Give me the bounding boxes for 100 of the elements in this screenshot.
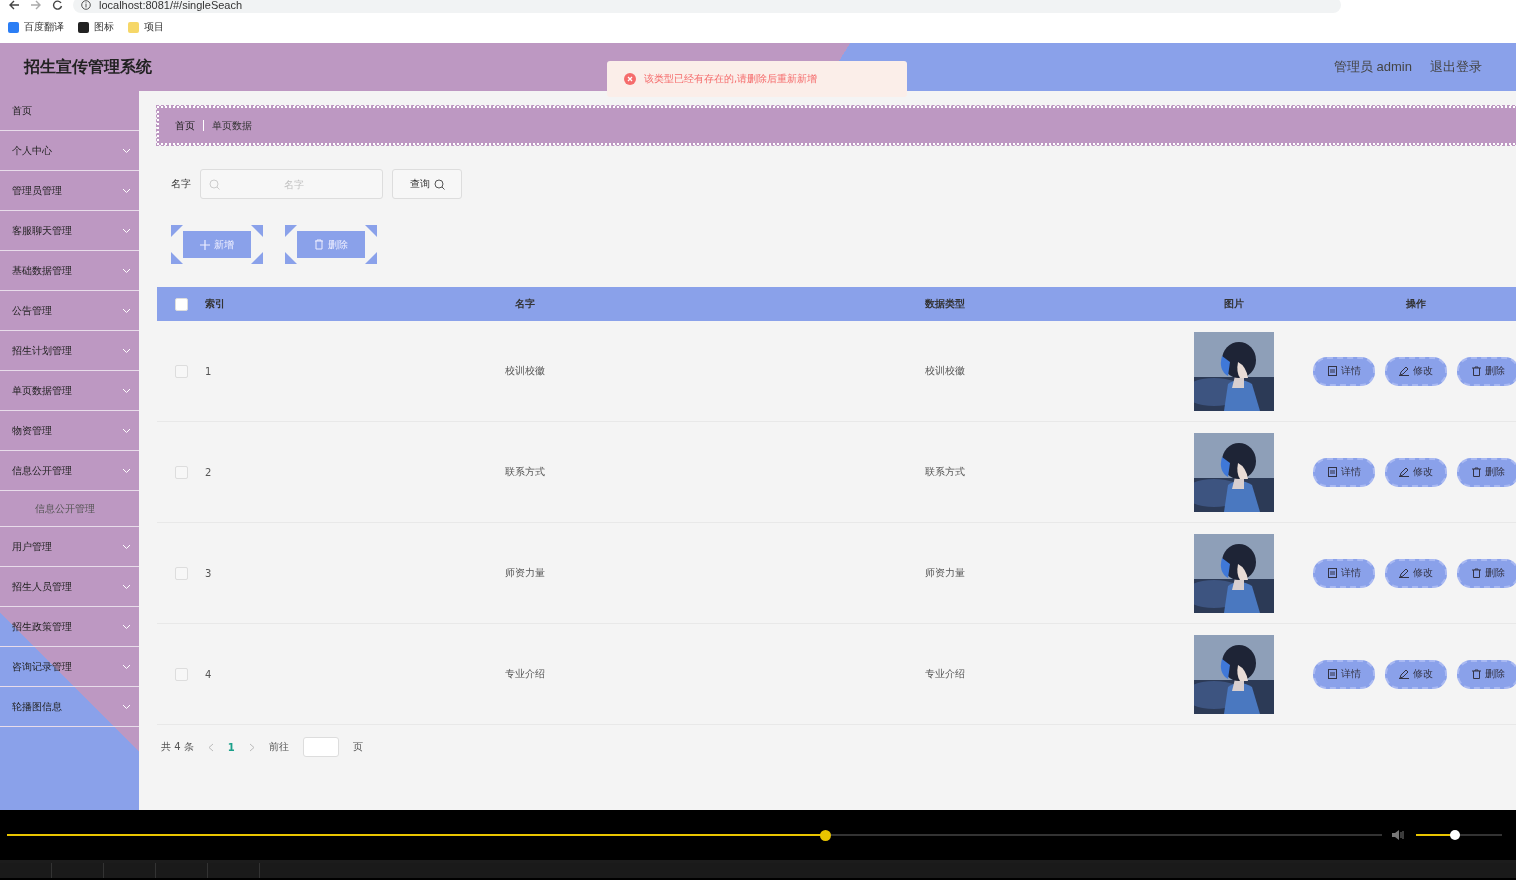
user-label: 管理员 admin [1333, 58, 1412, 76]
document-icon [1327, 366, 1337, 376]
sidebar-item[interactable]: 首页 [0, 91, 139, 131]
trash-icon [1471, 568, 1481, 578]
detail-button[interactable]: 详情 [1313, 659, 1375, 689]
sidebar-item[interactable]: 基础数据管理 [0, 251, 139, 291]
sidebar-item[interactable]: 用户管理 [0, 527, 139, 567]
info-icon [81, 0, 91, 10]
next-page-icon[interactable] [248, 742, 255, 752]
chevron-icon [122, 147, 131, 154]
sidebar-item[interactable]: 信息公开管理 [0, 451, 139, 491]
edit-button[interactable]: 修改 [1385, 356, 1447, 386]
table-cell-text: 2 [205, 466, 213, 478]
sidebar-item[interactable]: 轮播图信息 [0, 687, 139, 727]
column-header: 索引 [205, 297, 226, 311]
sidebar-item[interactable]: 招生计划管理 [0, 331, 139, 371]
chevron-icon [122, 703, 131, 710]
column-header: 图片 [1223, 297, 1245, 311]
breadcrumb-link[interactable]: 首页 [175, 118, 195, 133]
row-checkbox[interactable] [174, 465, 188, 479]
detail-button[interactable]: 详情 [1313, 457, 1375, 487]
chevron-icon [122, 427, 131, 434]
document-icon [1327, 568, 1337, 578]
table-cell: 联系方式 [505, 465, 545, 479]
column-header: 数据类型 [924, 297, 966, 311]
row-checkbox[interactable] [174, 566, 188, 580]
select-all-checkbox[interactable] [174, 297, 188, 311]
bookmark[interactable]: 项目 [128, 20, 164, 34]
row-checkbox[interactable] [174, 364, 188, 378]
table-cell-text: 4 [205, 668, 213, 680]
sidebar-item[interactable]: 客服聊天管理 [0, 211, 139, 251]
edit-button[interactable]: 修改 [1385, 457, 1447, 487]
trash-icon [1471, 366, 1481, 376]
progress-handle[interactable] [820, 829, 832, 841]
sidebar-item[interactable]: 单页数据管理 [0, 371, 139, 411]
detail-button[interactable]: 详情 [1313, 356, 1375, 386]
delete-button[interactable]: 删除 [1457, 659, 1516, 689]
page-input[interactable] [302, 737, 339, 757]
back-icon[interactable] [8, 0, 20, 10]
document-icon [1327, 467, 1337, 477]
table-cell: 专业介绍 [925, 667, 965, 681]
volume-handle[interactable] [1449, 830, 1460, 840]
total-count: 共 4 条 [161, 740, 194, 754]
pencil-icon [1399, 568, 1409, 578]
detail-button[interactable]: 详情 [1313, 558, 1375, 588]
pencil-icon [1399, 467, 1409, 477]
chevron-icon [122, 467, 131, 474]
chevron-icon [122, 387, 131, 394]
address-bar[interactable]: localhost:8081/#/singleSeach [73, 0, 1341, 13]
breadcrumb-link[interactable]: 单页数据 [212, 118, 252, 133]
table-cell: 校训校徽 [925, 364, 965, 378]
logout-link[interactable]: 退出登录 [1430, 58, 1482, 76]
chevron-icon [122, 187, 131, 194]
bookmark[interactable]: 百度翻译 [8, 20, 64, 34]
sidebar-item[interactable]: 招生人员管理 [0, 567, 139, 607]
search-button[interactable]: 查询 [392, 169, 462, 199]
column-header: 操作 [1405, 297, 1427, 311]
pencil-icon [1399, 669, 1409, 679]
volume-icon[interactable] [1392, 829, 1406, 841]
error-icon [624, 73, 636, 85]
chevron-icon [122, 347, 131, 354]
toast-message: 该类型已经有存在的,请删除后重新新增 [644, 72, 818, 86]
chevron-icon [122, 543, 131, 550]
edit-button[interactable]: 修改 [1385, 659, 1447, 689]
chevron-icon [122, 623, 131, 630]
sidebar-item[interactable]: 个人中心 [0, 131, 139, 171]
chevron-icon [122, 227, 131, 234]
sidebar-item[interactable]: 招生政策管理 [0, 607, 139, 647]
chevron-icon [122, 663, 131, 670]
sidebar-item[interactable]: 公告管理 [0, 291, 139, 331]
table-cell: 校训校徽 [505, 364, 545, 378]
table-cell-text: 3 [205, 567, 213, 579]
trash-icon [1471, 669, 1481, 679]
table-cell-text: 1 [205, 365, 213, 377]
search-label: 名字 [171, 177, 191, 191]
column-header: 名字 [514, 297, 536, 311]
chevron-icon [122, 307, 131, 314]
delete-button[interactable]: 删除 [1457, 558, 1516, 588]
trash-icon [314, 239, 324, 250]
prev-page-icon[interactable] [207, 742, 214, 752]
chevron-icon [122, 267, 131, 274]
table-cell: 师资力量 [505, 566, 545, 580]
reload-icon[interactable] [52, 0, 63, 10]
search-icon [209, 179, 220, 190]
trash-icon [1471, 467, 1481, 477]
app-title: 招生宣传管理系统 [24, 56, 152, 78]
row-checkbox[interactable] [174, 667, 188, 681]
forward-icon[interactable] [30, 0, 42, 10]
delete-button[interactable]: 删除 [1457, 457, 1516, 487]
delete-button[interactable]: 删除 [1457, 356, 1516, 386]
chevron-icon [122, 583, 131, 590]
table-cell: 联系方式 [925, 465, 965, 479]
sidebar-item[interactable]: 物资管理 [0, 411, 139, 451]
sidebar-item[interactable]: 管理员管理 [0, 171, 139, 211]
sidebar-item[interactable]: 咨询记录管理 [0, 647, 139, 687]
edit-button[interactable]: 修改 [1385, 558, 1447, 588]
goto-label: 前往 [268, 740, 289, 754]
bookmark[interactable]: 图标 [78, 20, 114, 34]
search-icon [433, 178, 445, 190]
pencil-icon [1399, 366, 1409, 376]
